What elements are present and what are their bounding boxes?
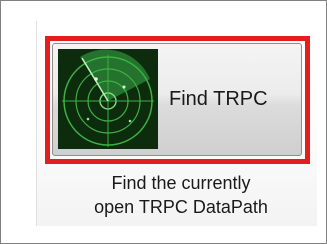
button-description: Find the currently open TRPC DataPath [61, 171, 301, 219]
find-trpc-label: Find TRPC [169, 88, 268, 110]
description-line-2: open TRPC DataPath [94, 197, 268, 217]
window-frame: Find TRPC Find the currently open TRPC D… [0, 0, 327, 244]
find-trpc-button[interactable]: Find TRPC [52, 43, 302, 156]
description-line-1: Find the currently [111, 173, 251, 193]
radar-icon [58, 49, 158, 149]
